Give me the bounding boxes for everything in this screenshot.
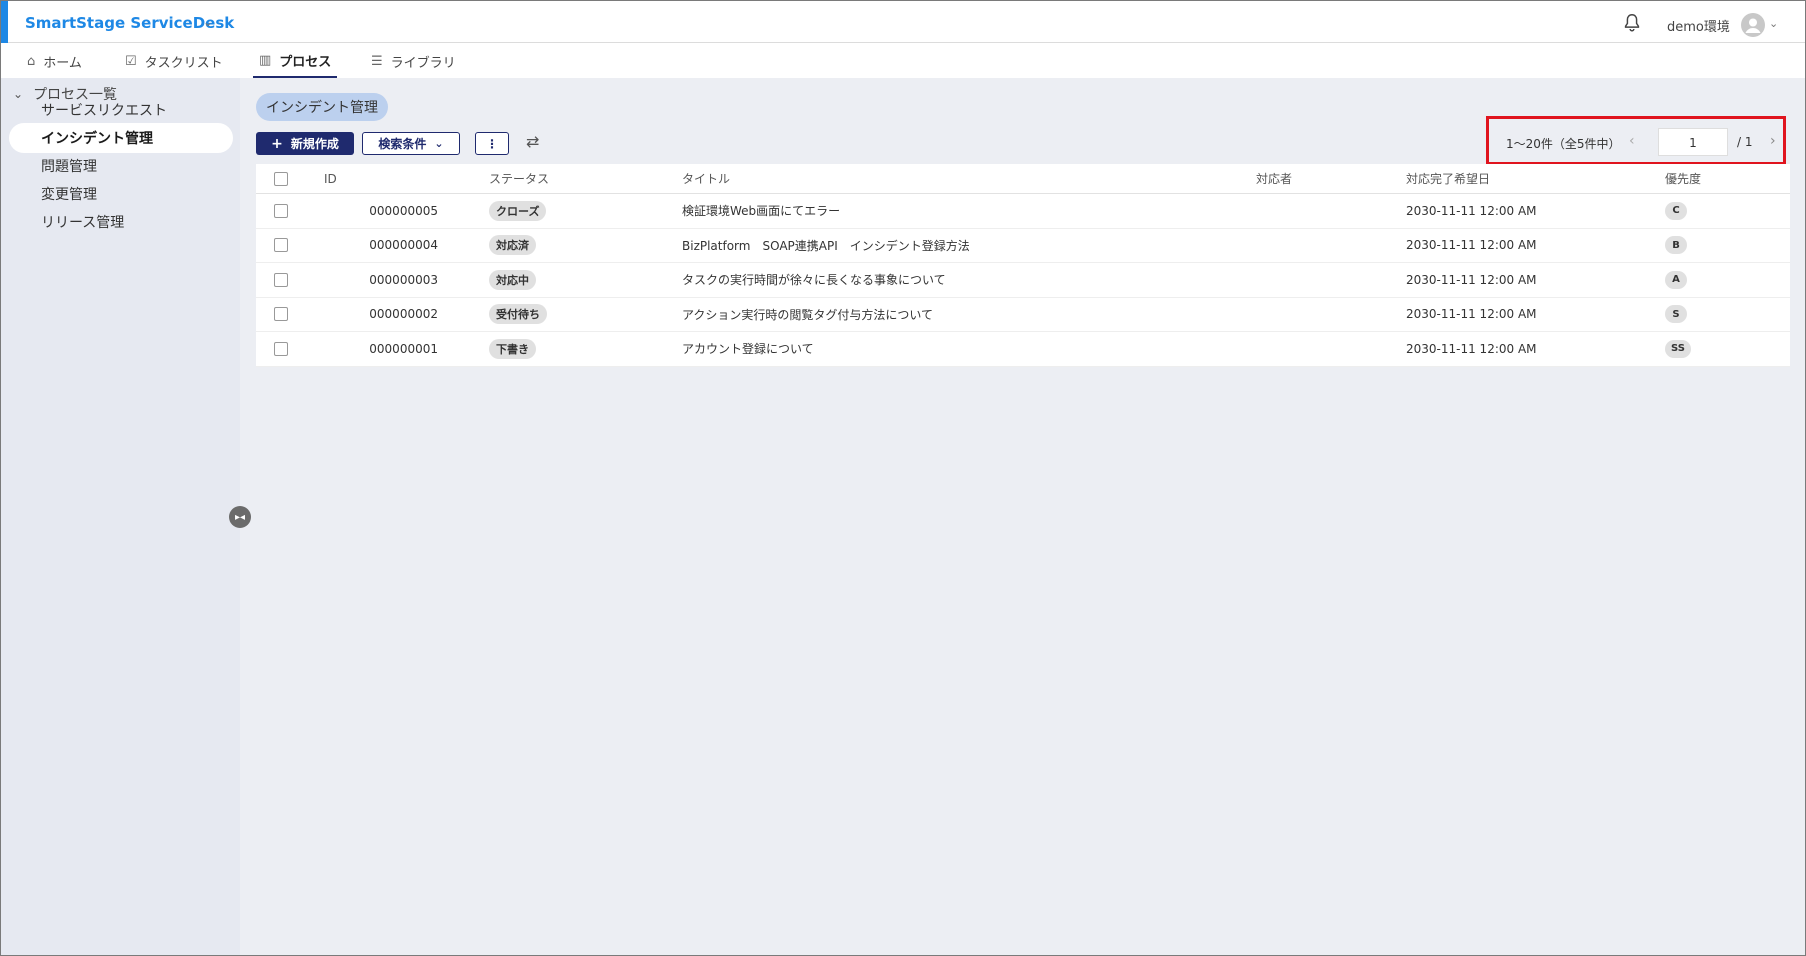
row-title[interactable]: アクション実行時の閲覧タグ付与方法について xyxy=(682,298,933,332)
priority-badge: SS xyxy=(1665,339,1691,358)
row-checkbox[interactable] xyxy=(274,341,288,356)
chevron-left-icon[interactable]: ‹ xyxy=(1629,133,1635,149)
column-header-assignee[interactable]: 対応者 xyxy=(1256,164,1292,193)
row-id: 000000004 xyxy=(369,238,438,253)
swap-icon[interactable]: ⇄ xyxy=(526,132,539,151)
bell-icon[interactable] xyxy=(1621,12,1643,34)
table-row[interactable]: 000000005 クローズ 検証環境Web画面にてエラー 2030-11-11… xyxy=(256,194,1790,229)
new-button[interactable]: + 新規作成 xyxy=(256,132,354,155)
new-button-label: 新規作成 xyxy=(290,137,339,151)
status-badge: 対応中 xyxy=(489,269,536,290)
column-header-id[interactable]: ID xyxy=(324,164,337,193)
brand-accent-bar xyxy=(1,1,8,43)
row-title[interactable]: BizPlatform SOAP連携API インシデント登録方法 xyxy=(682,229,970,263)
column-header-priority[interactable]: 優先度 xyxy=(1665,164,1701,193)
sidebar-collapse-icon[interactable]: ▸◂ xyxy=(229,506,251,528)
column-header-status[interactable]: ステータス xyxy=(489,164,549,193)
avatar-icon[interactable] xyxy=(1741,13,1765,37)
pager-total: / 1 xyxy=(1737,135,1753,149)
row-due: 2030-11-11 12:00 AM xyxy=(1406,238,1537,253)
more-options-button[interactable]: ⋮ xyxy=(475,132,509,155)
tab-label: プロセス xyxy=(279,54,332,70)
app-window: SmartStage ServiceDesk ⌄ demo環境 ⌄ ⌂ ホーム … xyxy=(0,0,1806,956)
sidebar: ⌄ プロセス一覧 サービスリクエスト インシデント管理 問題管理 変更管理 リリ… xyxy=(1,78,240,955)
sidebar-item-incident[interactable]: インシデント管理 xyxy=(9,123,233,153)
status-badge: 受付待ち xyxy=(489,304,547,325)
priority-badge: S xyxy=(1665,305,1687,324)
tab-library[interactable]: ☰ ライブラリ xyxy=(365,44,462,78)
row-title[interactable]: アカウント登録について xyxy=(682,332,814,366)
pager-range: 1〜20件（全5件中） xyxy=(1506,137,1621,151)
main-content: インシデント管理 + 新規作成 検索条件 ⌄ ⋮ ⇄ 1〜20件（全5件中） ‹… xyxy=(240,78,1805,955)
row-id: 000000002 xyxy=(369,307,438,322)
table-row[interactable]: 000000002 受付待ち アクション実行時の閲覧タグ付与方法について 203… xyxy=(256,298,1790,332)
tab-label: ホーム xyxy=(43,55,82,71)
checklist-icon: ☑ xyxy=(125,53,137,69)
process-icon: ▥ xyxy=(259,52,272,68)
row-id: 000000001 xyxy=(369,341,438,356)
priority-badge: C xyxy=(1665,201,1687,220)
sidebar-item-release[interactable]: リリース管理 xyxy=(9,207,233,237)
row-checkbox[interactable] xyxy=(274,272,288,287)
select-all-checkbox[interactable] xyxy=(274,171,288,186)
tab-tasklist[interactable]: ☑ タスクリスト xyxy=(119,44,229,78)
tab-home[interactable]: ⌂ ホーム xyxy=(21,44,88,78)
plus-icon: + xyxy=(271,135,283,152)
sidebar-item-problem[interactable]: 問題管理 xyxy=(9,151,233,181)
incident-table: ID ステータス タイトル 対応者 対応完了希望日 優先度 000000005 … xyxy=(256,164,1790,367)
status-badge: 対応済 xyxy=(489,235,536,256)
chevron-down-icon[interactable]: ⌄ xyxy=(1769,17,1778,30)
tab-label: ライブラリ xyxy=(390,55,456,71)
search-button-label: 検索条件 xyxy=(378,137,427,151)
chevron-down-icon[interactable]: ⌄ xyxy=(203,15,213,29)
sidebar-item-change[interactable]: 変更管理 xyxy=(9,179,233,209)
library-icon: ☰ xyxy=(371,53,383,69)
environment-label[interactable]: demo環境 xyxy=(1667,16,1730,35)
row-due: 2030-11-11 12:00 AM xyxy=(1406,272,1537,287)
row-id: 000000005 xyxy=(369,203,438,218)
table-row[interactable]: 000000004 対応済 BizPlatform SOAP連携API インシデ… xyxy=(256,229,1790,263)
column-header-title[interactable]: タイトル xyxy=(682,164,730,193)
table-row[interactable]: 000000001 下書き アカウント登録について 2030-11-11 12:… xyxy=(256,332,1790,367)
more-vertical-icon: ⋮ xyxy=(486,136,498,151)
row-due: 2030-11-11 12:00 AM xyxy=(1406,307,1537,322)
row-due: 2030-11-11 12:00 AM xyxy=(1406,341,1537,356)
search-conditions-button[interactable]: 検索条件 ⌄ xyxy=(362,132,460,155)
home-icon: ⌂ xyxy=(27,53,36,69)
priority-badge: A xyxy=(1665,270,1687,289)
page-title-chip: インシデント管理 xyxy=(256,93,388,121)
status-badge: クローズ xyxy=(489,200,547,221)
status-badge: 下書き xyxy=(489,338,536,359)
chevron-down-icon: ⌄ xyxy=(434,137,444,150)
row-checkbox[interactable] xyxy=(274,238,288,253)
row-title[interactable]: タスクの実行時間が徐々に長くなる事象について xyxy=(682,263,946,297)
app-header: SmartStage ServiceDesk ⌄ demo環境 ⌄ xyxy=(1,1,1805,43)
row-due: 2030-11-11 12:00 AM xyxy=(1406,203,1537,218)
row-checkbox[interactable] xyxy=(274,307,288,322)
sidebar-item-service-request[interactable]: サービスリクエスト xyxy=(9,95,233,125)
row-checkbox[interactable] xyxy=(274,203,288,218)
table-header: ID ステータス タイトル 対応者 対応完了希望日 優先度 xyxy=(256,164,1790,194)
row-title[interactable]: 検証環境Web画面にてエラー xyxy=(682,194,840,228)
column-header-due[interactable]: 対応完了希望日 xyxy=(1406,164,1490,193)
row-id: 000000003 xyxy=(369,272,438,287)
top-nav-tabs: ⌂ ホーム ☑ タスクリスト ▥ プロセス ☰ ライブラリ xyxy=(1,44,1805,78)
tab-process[interactable]: ▥ プロセス xyxy=(253,44,338,78)
table-row[interactable]: 000000003 対応中 タスクの実行時間が徐々に長くなる事象について 203… xyxy=(256,263,1790,298)
page-number-input[interactable]: 1 xyxy=(1658,128,1728,156)
priority-badge: B xyxy=(1665,236,1687,255)
chevron-right-icon[interactable]: › xyxy=(1770,133,1776,149)
tab-label: タスクリスト xyxy=(144,55,223,71)
